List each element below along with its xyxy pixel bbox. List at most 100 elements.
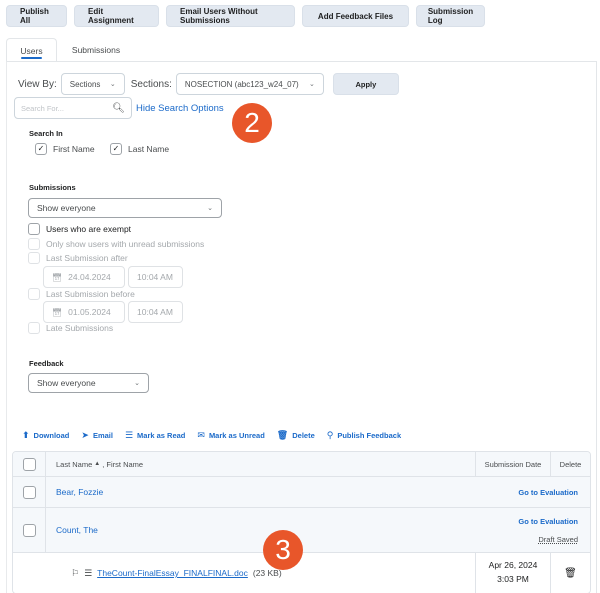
flag-icon[interactable]: ⚐ (71, 568, 79, 579)
row-checkbox[interactable] (22, 523, 36, 537)
submissions-filter-label: Submissions (29, 183, 76, 192)
download-icon: ⬆ (22, 430, 30, 440)
before-date-field[interactable]: 📅︎ 01.05.2024 (43, 301, 125, 323)
feedback-filter-value: Show everyone (37, 378, 96, 388)
top-toolbar: Publish All Edit Assignment Email Users … (6, 5, 485, 27)
view-by-label: View By: (18, 78, 57, 90)
submission-file-row: ⚐ ☰ TheCount-FinalEssay_FINALFINAL.doc (… (13, 553, 590, 593)
submission-time: 3:03 PM (497, 574, 529, 584)
unread-submissions-label: Only show users with unread submissions (46, 239, 205, 249)
late-submissions-label: Late Submissions (46, 323, 114, 333)
unread-submissions-checkbox[interactable] (28, 238, 40, 250)
chevron-down-icon: ⌄ (207, 205, 213, 212)
edit-assignment-button[interactable]: Edit Assignment (74, 5, 159, 27)
user-name-link[interactable]: Bear, Fozzie (56, 487, 103, 497)
first-name-checkbox[interactable]: ✓ (35, 143, 47, 155)
users-exempt-label: Users who are exempt (46, 224, 132, 234)
email-icon: ➤ (81, 430, 89, 440)
submission-file-link[interactable]: TheCount-FinalEssay_FINALFINAL.doc (97, 568, 248, 578)
last-name-label: Last Name (128, 144, 170, 154)
search-in-label: Search In (29, 129, 63, 138)
delete-file-icon[interactable]: 🗑︎ (564, 568, 577, 579)
view-by-value: Sections (69, 79, 101, 89)
sections-select[interactable]: NOSECTION (abc123_w24_07) ⌄ (175, 73, 324, 95)
submissions-filter-value: Show everyone (37, 203, 96, 213)
after-time-value: 10:04 AM (137, 272, 173, 282)
email-users-without-submissions-button[interactable]: Email Users Without Submissions (166, 5, 295, 27)
sections-value: NOSECTION (abc123_w24_07) (184, 79, 299, 89)
before-time-field[interactable]: 10:04 AM (128, 301, 183, 323)
file-size: (23 KB) (252, 568, 282, 578)
mark-as-unread-label: Mark as Unread (208, 431, 265, 440)
row-checkbox[interactable] (22, 485, 36, 499)
delete-action[interactable]: 🗑︎ Delete (277, 430, 315, 441)
late-submissions-checkbox[interactable] (28, 322, 40, 334)
publish-feedback-action[interactable]: ⚲ Publish Feedback (327, 430, 401, 441)
add-feedback-files-button[interactable]: Add Feedback Files (302, 5, 409, 27)
name-column-header[interactable]: Last Name ▲ , First Name (46, 452, 475, 476)
user-name-link[interactable]: Count, The (56, 525, 98, 535)
delete-header: Delete (550, 452, 590, 476)
search-placeholder: Search For... (21, 103, 64, 113)
email-label: Email (92, 431, 113, 440)
mark-as-read-label: Mark as Read (137, 431, 186, 440)
last-submission-before-checkbox[interactable] (28, 288, 40, 300)
apply-button[interactable]: Apply (332, 73, 399, 95)
mark-as-unread-action[interactable]: ✉ Mark as Unread (197, 430, 264, 441)
search-input[interactable]: Search For... 🔍︎ (14, 97, 132, 119)
hide-search-options-link[interactable]: Hide Search Options (136, 103, 224, 114)
go-to-evaluation-link[interactable]: Go to Evaluation (518, 488, 578, 497)
users-exempt-option[interactable]: Users who are exempt (28, 223, 131, 235)
last-submission-after-label: Last Submission after (46, 253, 128, 263)
mark-unread-icon: ✉ (197, 430, 205, 440)
mark-read-icon: ☰ (124, 430, 134, 440)
first-name-label: First Name (53, 144, 95, 154)
calendar-icon: 📅︎ (52, 272, 63, 282)
trash-icon: 🗑︎ (276, 430, 289, 440)
feedback-filter-label: Feedback (29, 359, 64, 368)
mark-as-read-action[interactable]: ☰ Mark as Read (125, 430, 185, 441)
search-icon[interactable]: 🔍︎ (112, 103, 125, 114)
chevron-down-icon: ⌄ (109, 81, 116, 88)
first-name-header[interactable]: , First Name (102, 460, 143, 469)
download-action[interactable]: ⬆ Download (22, 430, 69, 441)
sections-label: Sections: (130, 78, 172, 90)
after-date-field[interactable]: 📅︎ 24.04.2024 (43, 266, 125, 288)
callout-badge-3: 3 (263, 530, 303, 570)
last-submission-after-checkbox[interactable] (28, 252, 40, 264)
table-header: Last Name ▲ , First Name Submission Date… (13, 452, 590, 477)
search-row: Search For... 🔍︎ Hide Search Options (14, 97, 224, 119)
tab-bar: Users Submissions (6, 38, 135, 62)
after-date-value: 24.04.2024 (68, 272, 111, 282)
calendar-icon: 📅︎ (52, 307, 63, 317)
publish-feedback-icon: ⚲ (326, 430, 334, 440)
tab-submissions[interactable]: Submissions (57, 38, 135, 62)
email-action[interactable]: ➤ Email (81, 430, 113, 441)
last-submission-before-label: Last Submission before (46, 289, 135, 299)
submission-date: Apr 26, 2024 (488, 560, 538, 571)
table-row: Bear, Fozzie Go to Evaluation (13, 477, 590, 508)
before-time-value: 10:04 AM (137, 307, 173, 317)
view-by-select[interactable]: Sections ⌄ (60, 73, 125, 95)
go-to-evaluation-link[interactable]: Go to Evaluation (518, 517, 578, 526)
before-date-value: 01.05.2024 (68, 307, 111, 317)
last-name-header[interactable]: Last Name (56, 460, 92, 469)
view-by-row: View By: Sections ⌄ Sections: NOSECTION … (18, 73, 399, 95)
last-submission-before-option: Last Submission before (28, 288, 135, 300)
first-name-option[interactable]: ✓ First Name (35, 143, 95, 155)
download-label: Download (33, 431, 70, 440)
last-name-checkbox[interactable]: ✓ (110, 143, 122, 155)
tab-users[interactable]: Users (6, 38, 57, 62)
bulk-actions-bar: ⬆ Download ➤ Email ☰ Mark as Read ✉ Mark… (22, 430, 401, 441)
submission-log-button[interactable]: Submission Log (416, 5, 485, 27)
last-submission-after-option: Last Submission after (28, 252, 128, 264)
after-time-field[interactable]: 10:04 AM (128, 266, 183, 288)
unread-submissions-option: Only show users with unread submissions (28, 238, 204, 250)
delete-label: Delete (292, 431, 315, 440)
select-all-checkbox[interactable] (22, 457, 36, 471)
feedback-filter-select[interactable]: Show everyone ⌄ (28, 373, 149, 393)
users-exempt-checkbox[interactable] (28, 223, 40, 235)
publish-all-button[interactable]: Publish All (6, 5, 67, 27)
last-name-option[interactable]: ✓ Last Name (110, 143, 169, 155)
submissions-filter-select[interactable]: Show everyone ⌄ (28, 198, 222, 218)
